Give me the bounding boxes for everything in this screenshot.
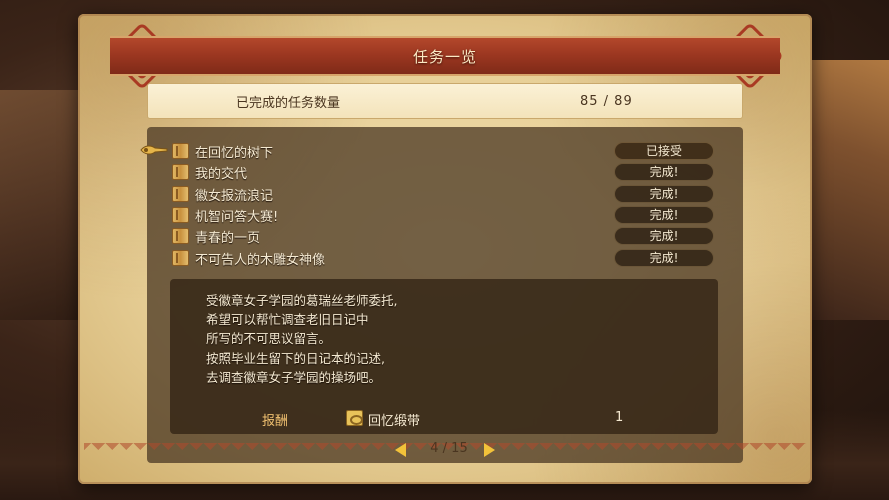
previous-page-arrow-icon[interactable]	[395, 443, 406, 457]
quest-row[interactable]: 不可告人的木雕女神像 完成!	[172, 248, 717, 268]
page-title: 任务一览	[412, 47, 477, 66]
quest-book-icon	[172, 207, 189, 223]
completed-count-label: 已完成的任务数量	[236, 95, 341, 111]
quest-status-badge: 完成!	[614, 227, 714, 245]
quest-name: 我的交代	[195, 166, 248, 182]
quest-book-icon	[172, 228, 189, 244]
quest-name: 徽女报流浪记	[195, 188, 274, 204]
quest-book-icon	[172, 250, 189, 266]
completed-count-bar: 已完成的任务数量 85 / 89	[147, 83, 743, 119]
quest-status-badge: 完成!	[614, 249, 714, 267]
quest-row[interactable]: 青春的一页 完成!	[172, 226, 717, 246]
description-line: 按照毕业生留下的日记本的记述,	[206, 351, 385, 366]
page-indicator: 4 / 15	[430, 441, 468, 456]
reward-item-name: 回忆缎带	[368, 414, 421, 429]
quest-name: 机智问答大赛!	[195, 209, 279, 225]
quest-book-icon	[172, 164, 189, 180]
description-line: 去调查徽章女子学园的操场吧。	[206, 370, 382, 385]
title-banner: 任务一览	[110, 36, 780, 76]
ribbon-icon	[346, 410, 363, 426]
quest-row[interactable]: 我的交代 完成!	[172, 162, 717, 182]
quest-book-icon	[172, 186, 189, 202]
quest-book-icon	[172, 143, 189, 159]
quest-status-badge: 完成!	[614, 163, 714, 181]
pager: 4 / 15	[393, 440, 499, 460]
description-line: 希望可以帮忙调查老旧日记中	[206, 312, 369, 327]
quest-row[interactable]: 机智问答大赛! 完成!	[172, 205, 717, 225]
selection-pointer-icon	[140, 145, 168, 155]
quest-status-badge: 已接受	[614, 142, 714, 160]
quest-status-badge: 完成!	[614, 206, 714, 224]
completed-count-value: 85 / 89	[580, 93, 633, 109]
quest-name: 在回忆的树下	[195, 145, 274, 161]
description-line: 所写的不可思议留言。	[206, 331, 332, 346]
quest-row[interactable]: 在回忆的树下 已接受	[172, 141, 717, 161]
reward-label: 报酬	[262, 414, 289, 429]
next-page-arrow-icon[interactable]	[484, 443, 495, 457]
cave-background-right	[799, 60, 889, 320]
cave-background-left	[0, 90, 85, 320]
quest-name: 青春的一页	[195, 230, 261, 246]
reward-quantity: 1	[615, 410, 624, 425]
quest-name: 不可告人的木雕女神像	[195, 252, 326, 268]
description-line: 受徽章女子学园的葛瑞丝老师委托,	[206, 293, 398, 308]
quest-row[interactable]: 徽女报流浪记 完成!	[172, 184, 717, 204]
quest-status-badge: 完成!	[614, 185, 714, 203]
